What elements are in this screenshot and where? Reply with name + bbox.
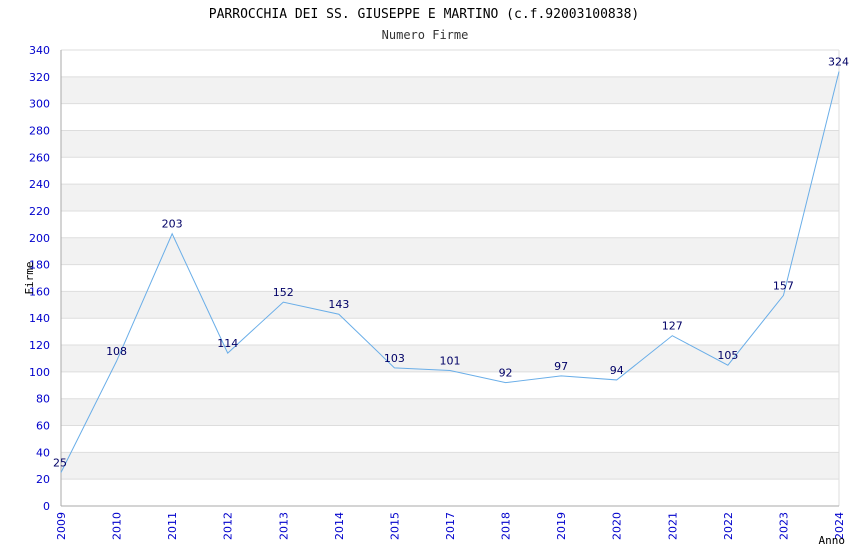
y-tick-label: 320 bbox=[29, 71, 50, 84]
x-axis-ticks: 2009 2010 2011 2012 2013 2014 2015 2017 2018 2019… bbox=[55, 512, 846, 540]
x-tick-label: 2017 bbox=[444, 512, 457, 540]
y-tick-label: 60 bbox=[36, 420, 50, 433]
data-label: 203 bbox=[162, 218, 183, 231]
line-chart: 0204060801001201401601802002202402602803… bbox=[23, 7, 849, 547]
data-label: 94 bbox=[610, 364, 624, 377]
grid-band bbox=[61, 452, 839, 480]
data-label: 143 bbox=[328, 298, 349, 311]
chart-title: PARROCCHIA DEI SS. GIUSEPPE E MARTINO (c… bbox=[209, 7, 639, 22]
y-tick-label: 240 bbox=[29, 178, 50, 191]
y-tick-label: 40 bbox=[36, 446, 50, 459]
data-label: 105 bbox=[717, 349, 738, 362]
y-tick-label: 300 bbox=[29, 98, 50, 111]
x-tick-label: 2010 bbox=[111, 512, 124, 540]
x-tick-label: 2012 bbox=[222, 512, 235, 540]
y-tick-label: 200 bbox=[29, 232, 50, 245]
y-tick-label: 20 bbox=[36, 473, 50, 486]
data-label: 152 bbox=[273, 286, 294, 299]
data-label: 103 bbox=[384, 352, 405, 365]
gridlines bbox=[61, 49, 840, 507]
y-tick-label: 340 bbox=[29, 44, 50, 57]
data-label: 97 bbox=[554, 360, 568, 373]
y-tick-label: 100 bbox=[29, 366, 50, 379]
x-tick-label: 2022 bbox=[722, 512, 735, 540]
data-label: 157 bbox=[773, 279, 794, 292]
x-tick-label: 2013 bbox=[277, 512, 290, 540]
x-tick-label: 2023 bbox=[777, 512, 790, 540]
data-label: 324 bbox=[828, 55, 849, 68]
y-tick-label: 80 bbox=[36, 393, 50, 406]
grid-band bbox=[61, 398, 839, 426]
x-tick-label: 2015 bbox=[388, 512, 401, 540]
data-label: 127 bbox=[662, 320, 683, 333]
x-tick-label: 2018 bbox=[500, 512, 513, 540]
data-label: 114 bbox=[217, 337, 238, 350]
grid-band bbox=[61, 130, 839, 158]
data-label: 108 bbox=[106, 345, 127, 358]
y-tick-label: 260 bbox=[29, 151, 50, 164]
x-tick-label: 2009 bbox=[55, 512, 68, 540]
data-label: 101 bbox=[440, 355, 461, 368]
grid-band bbox=[61, 76, 839, 104]
x-tick-label: 2014 bbox=[333, 512, 346, 540]
y-tick-label: 120 bbox=[29, 339, 50, 352]
grid-band bbox=[61, 291, 839, 319]
grid-band bbox=[61, 237, 839, 265]
y-tick-label: 140 bbox=[29, 312, 50, 325]
y-tick-label: 0 bbox=[43, 500, 50, 513]
grid-band bbox=[61, 184, 839, 211]
grid-bands bbox=[61, 76, 839, 480]
x-tick-label: 2019 bbox=[555, 512, 568, 540]
chart-subtitle: Numero Firme bbox=[382, 28, 469, 42]
x-tick-label: 2020 bbox=[611, 512, 624, 540]
data-label: 92 bbox=[499, 367, 513, 380]
y-tick-label: 280 bbox=[29, 124, 50, 137]
y-axis-label: Firme bbox=[23, 261, 36, 294]
data-label: 25 bbox=[53, 456, 67, 469]
y-tick-label: 220 bbox=[29, 205, 50, 218]
x-tick-label: 2021 bbox=[666, 512, 679, 540]
x-axis-label: Anno bbox=[819, 534, 846, 547]
x-tick-label: 2011 bbox=[166, 512, 179, 540]
